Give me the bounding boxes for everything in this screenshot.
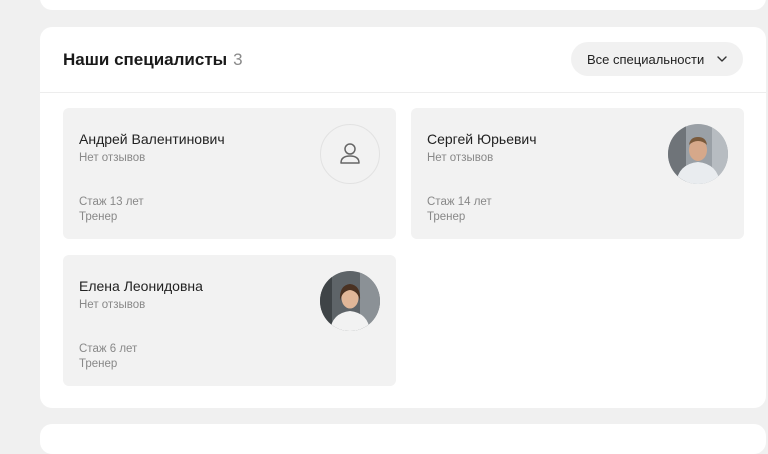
avatar <box>668 124 728 184</box>
specialist-role: Тренер <box>79 211 118 223</box>
specialist-reviews: Нет отзывов <box>427 152 494 164</box>
specialist-photo <box>320 271 380 331</box>
specialty-filter-label: Все специальности <box>587 51 705 67</box>
specialist-experience: Стаж 13 лет <box>79 196 144 208</box>
specialty-filter-dropdown[interactable]: Все специальности <box>571 42 743 76</box>
chevron-down-icon <box>717 56 727 62</box>
specialist-card[interactable]: Андрей Валентинович Нет отзывов Стаж 13 … <box>63 108 396 239</box>
specialists-count: 3 <box>233 50 243 69</box>
next-section-card <box>40 424 766 454</box>
specialist-reviews: Нет отзывов <box>79 152 146 164</box>
specialists-panel: Наши специалисты 3 Все специальности Андр… <box>40 27 766 408</box>
specialist-name: Елена Леонидовна <box>79 278 203 294</box>
section-title: Наши специалисты 3 <box>63 50 243 70</box>
specialist-experience: Стаж 14 лет <box>427 196 492 208</box>
specialist-role: Тренер <box>79 358 118 370</box>
specialist-reviews: Нет отзывов <box>79 299 146 311</box>
avatar <box>320 271 380 331</box>
specialist-name: Андрей Валентинович <box>79 131 225 147</box>
specialist-role: Тренер <box>427 211 466 223</box>
section-title-text: Наши специалисты <box>63 50 228 69</box>
panel-header: Наши специалисты 3 Все специальности <box>40 27 766 93</box>
specialist-card[interactable]: Елена Леонидовна Нет отзывов Стаж 6 лет … <box>63 255 396 386</box>
specialist-name: Сергей Юрьевич <box>427 131 537 147</box>
previous-section-card <box>40 0 766 10</box>
specialist-experience: Стаж 6 лет <box>79 343 138 355</box>
specialist-card[interactable]: Сергей Юрьевич Нет отзывов Стаж 14 лет Т… <box>411 108 744 239</box>
specialist-photo <box>668 124 728 184</box>
user-placeholder-icon <box>340 143 360 164</box>
avatar <box>320 124 380 184</box>
